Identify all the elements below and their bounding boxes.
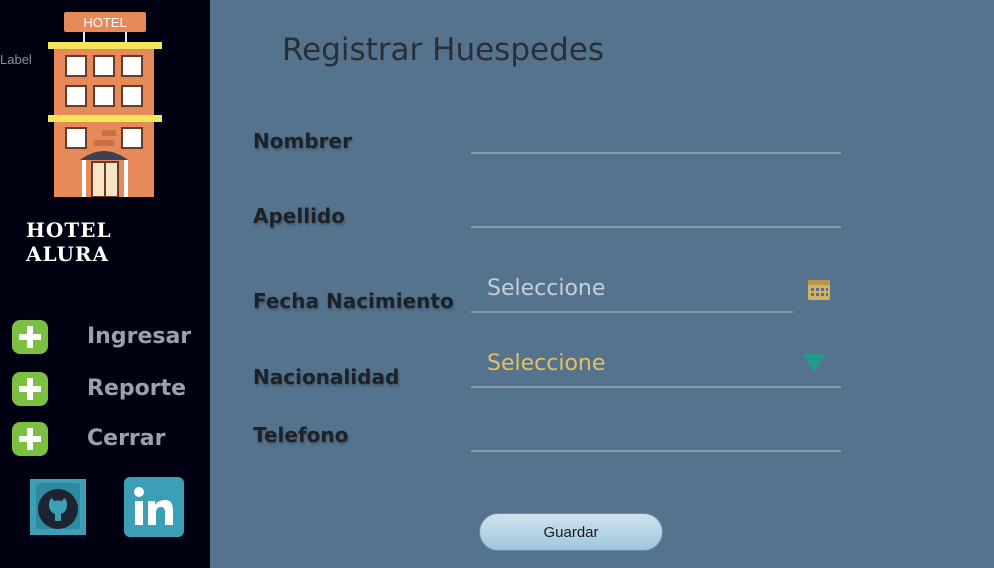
nav-ingresar[interactable]: Ingresar [12, 320, 202, 356]
github-icon[interactable] [30, 479, 86, 535]
sidebar: Label HOTEL HOTEL ALURA Ingresar Reporte… [0, 0, 210, 568]
fecha-underline [471, 311, 793, 313]
apellido-input[interactable] [471, 194, 841, 228]
calendar-icon[interactable] [807, 277, 831, 301]
label-nombre: Nombrer [253, 129, 352, 153]
hotel-logo: HOTEL [48, 12, 162, 197]
nacionalidad-select[interactable]: Seleccione [487, 351, 605, 376]
nav-reporte[interactable]: Reporte [12, 372, 202, 408]
nav-label: Cerrar [87, 426, 166, 451]
label-telefono: Telefono [253, 423, 349, 447]
save-button[interactable]: Guardar [479, 513, 663, 551]
fecha-nacimiento-input[interactable]: Seleccione [487, 276, 605, 301]
label-fecha-nacimiento: Fecha Nacimiento [253, 289, 454, 313]
stray-label: Label [0, 52, 32, 67]
telefono-input[interactable] [471, 418, 841, 452]
nav-cerrar[interactable]: Cerrar [12, 422, 202, 458]
nombre-input[interactable] [471, 120, 841, 154]
plus-icon [12, 422, 48, 456]
triangle-down-icon[interactable] [802, 353, 826, 373]
nav-label: Reporte [87, 376, 187, 401]
plus-icon [12, 372, 48, 406]
label-nacionalidad: Nacionalidad [253, 365, 400, 389]
nacionalidad-underline [471, 386, 841, 388]
label-apellido: Apellido [253, 204, 345, 228]
nav-label: Ingresar [87, 324, 192, 349]
linkedin-icon[interactable] [124, 477, 184, 537]
page-title: Registrar Huespedes [282, 32, 604, 68]
brand-name: HOTEL ALURA [26, 218, 112, 266]
plus-icon [12, 320, 48, 354]
hotel-sign-text: HOTEL [83, 15, 126, 30]
